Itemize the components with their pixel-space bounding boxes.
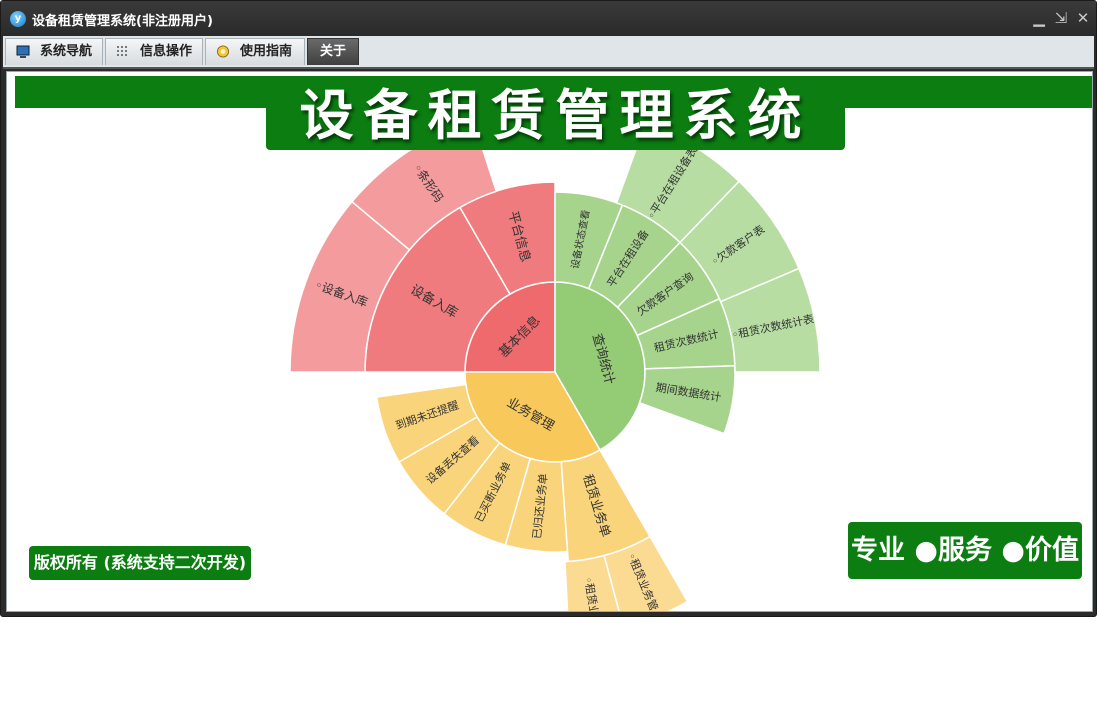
window-title: 设备租赁管理系统(非注册用户)	[32, 14, 213, 29]
guide-icon	[216, 45, 230, 58]
grid-icon	[117, 46, 127, 56]
tab-system-nav[interactable]: 系统导航	[5, 38, 103, 65]
minimize-icon[interactable]: ▁	[1030, 9, 1048, 27]
slogan-badge: 专业 ●服务 ●价值	[848, 522, 1082, 579]
app-logo-icon: y	[10, 11, 26, 27]
tab-bar: 系统导航 信息操作 使用指南 关于	[3, 36, 1094, 69]
tab-label: 系统导航	[40, 44, 93, 59]
about-panel: 基本信息 设备入库 平台信息 ◦设备入库 ◦条形码 查询统计 设备状态查看 平台在租设备 欠款客…	[6, 71, 1093, 612]
restore-icon[interactable]: ⇲	[1052, 9, 1070, 27]
tab-user-guide[interactable]: 使用指南	[205, 38, 305, 65]
copyright-badge: 版权所有 (系统支持二次开发)	[29, 546, 251, 580]
close-icon[interactable]: ✕	[1074, 9, 1092, 27]
tab-label: 使用指南	[240, 44, 293, 59]
title-bar[interactable]: y 设备租赁管理系统(非注册用户) ▁ ⇲ ✕	[1, 1, 1096, 36]
system-title-banner: 设备租赁管理系统	[266, 76, 845, 150]
app-window: y 设备租赁管理系统(非注册用户) ▁ ⇲ ✕ 系统导航 信息操作 使用指南 关…	[0, 0, 1097, 617]
tab-about[interactable]: 关于	[307, 38, 359, 65]
tab-info-ops[interactable]: 信息操作	[105, 38, 203, 65]
tab-label: 信息操作	[140, 44, 193, 59]
monitor-icon	[16, 45, 30, 58]
tab-label: 关于	[320, 44, 347, 59]
